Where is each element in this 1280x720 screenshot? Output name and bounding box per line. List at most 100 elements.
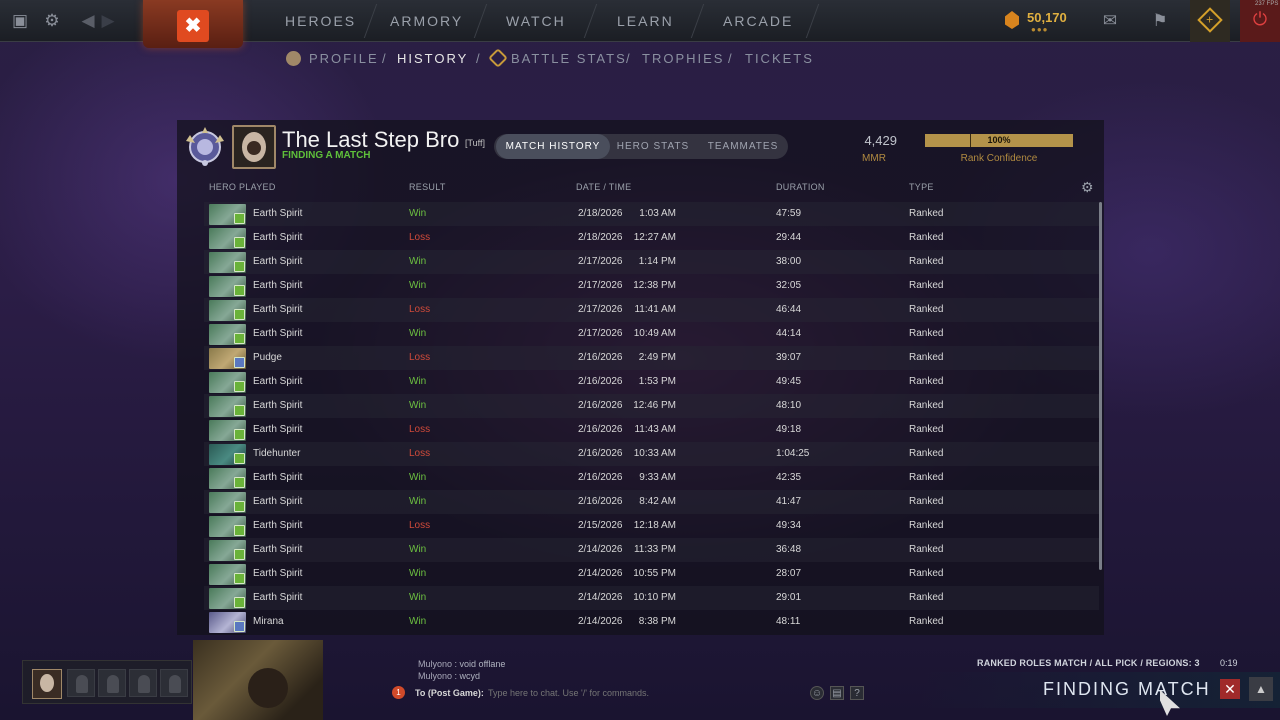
match-type: Ranked — [909, 616, 944, 627]
dashboard-logo-button[interactable]: ✖ — [143, 0, 243, 48]
dota-plus-icon[interactable]: ▣ — [10, 11, 30, 31]
chat-alert-badge[interactable]: 1 — [392, 686, 405, 699]
match-row[interactable]: Earth Spirit Win 2/17/2026 12:38 PM 32:05 Ran… — [204, 274, 1099, 298]
chat-wheel-icon[interactable]: ▤ — [830, 686, 844, 700]
match-time: 1:03 AM — [639, 208, 676, 219]
forward-arrow-icon[interactable]: ▶ — [98, 11, 118, 31]
match-row[interactable]: Pudge Loss 2/16/2026 2:49 PM 39:07 Ranked — [204, 346, 1099, 370]
subnav-separator: / — [382, 51, 386, 66]
role-icon — [234, 237, 245, 248]
match-row[interactable]: Earth Spirit Win 2/18/2026 1:03 AM 47:59 Rank… — [204, 202, 1099, 226]
role-icon — [234, 213, 245, 224]
role-icon — [234, 525, 245, 536]
match-row[interactable]: Earth Spirit Win 2/14/2026 10:55 PM 28:07 Ran… — [204, 562, 1099, 586]
match-date: 2/17/2026 — [578, 304, 623, 315]
header-date-time[interactable]: DATE / TIME — [576, 182, 631, 192]
role-icon — [234, 501, 245, 512]
match-row[interactable]: Earth Spirit Win 2/17/2026 10:49 AM 44:14 Ran… — [204, 322, 1099, 346]
chat-message: Mulyono : void offlane — [418, 659, 506, 669]
player-avatar[interactable] — [232, 125, 276, 169]
scrollbar[interactable] — [1099, 202, 1102, 570]
hero-name: Pudge — [253, 352, 282, 363]
role-icon — [234, 429, 245, 440]
match-date: 2/17/2026 — [578, 328, 623, 339]
match-date: 2/14/2026 — [578, 568, 623, 579]
hero-name: Earth Spirit — [253, 256, 303, 267]
match-row[interactable]: Earth Spirit Win 2/14/2026 11:33 PM 36:48 Ran… — [204, 538, 1099, 562]
match-row[interactable]: Earth Spirit Win 2/16/2026 8:42 AM 41:47 Rank… — [204, 490, 1099, 514]
nav-arcade[interactable]: ARCADE — [723, 0, 793, 42]
match-time: 10:10 PM — [633, 592, 676, 603]
subnav-history[interactable]: HISTORY — [397, 50, 468, 68]
emoji-icon[interactable]: ☺ — [810, 686, 824, 700]
role-icon — [234, 405, 245, 416]
accept-icon[interactable]: ▲ — [1249, 677, 1273, 701]
match-row[interactable]: Earth Spirit Loss 2/16/2026 11:43 AM 49:18 Ra… — [204, 418, 1099, 442]
hero-name: Earth Spirit — [253, 304, 303, 315]
settings-gear-icon[interactable]: ⚙ — [42, 11, 62, 31]
hero-name: Mirana — [253, 616, 284, 627]
match-time: 12:46 PM — [633, 400, 676, 411]
match-time: 12:38 PM — [633, 280, 676, 291]
match-row[interactable]: Tidehunter Loss 2/16/2026 10:33 AM 1:04:25 Ra… — [204, 442, 1099, 466]
match-date: 2/14/2026 — [578, 544, 623, 555]
guild-tag: [Tuff] — [465, 138, 486, 148]
back-arrow-icon[interactable]: ◀ — [78, 11, 98, 31]
dota-plus-button[interactable]: + — [1190, 0, 1230, 42]
match-row[interactable]: Earth Spirit Win 2/16/2026 9:33 AM 42:35 Rank… — [204, 466, 1099, 490]
match-row[interactable]: Earth Spirit Loss 2/18/2026 12:27 AM 29:44 Ra… — [204, 226, 1099, 250]
party-self-avatar[interactable] — [32, 669, 62, 699]
header-type[interactable]: TYPE — [909, 182, 934, 192]
hero-name: Earth Spirit — [253, 328, 303, 339]
match-row[interactable]: Earth Spirit Loss 2/17/2026 11:41 AM 46:44 Ra… — [204, 298, 1099, 322]
table-settings-gear-icon[interactable]: ⚙ — [1081, 180, 1095, 194]
armory-banner-icon[interactable]: ⚑ — [1150, 11, 1170, 31]
power-icon: ⏻ — [1252, 9, 1268, 29]
match-row[interactable]: Earth Spirit Win 2/16/2026 12:46 PM 48:10 Ran… — [204, 394, 1099, 418]
currency-display[interactable]: 50,170 ●●● — [1005, 8, 1085, 34]
match-date: 2/16/2026 — [578, 472, 623, 483]
header-hero-played[interactable]: HERO PLAYED — [209, 182, 276, 192]
chat-input[interactable] — [488, 686, 808, 700]
match-row[interactable]: Earth Spirit Win 2/17/2026 1:14 PM 38:00 Rank… — [204, 250, 1099, 274]
match-row[interactable]: Mirana Win 2/14/2026 8:38 PM 48:11 Ranked — [204, 610, 1099, 634]
hero-name: Earth Spirit — [253, 424, 303, 435]
party-slot-empty[interactable] — [129, 669, 157, 697]
header-result[interactable]: RESULT — [409, 182, 446, 192]
tab-match-history[interactable]: MATCH HISTORY — [496, 134, 610, 159]
rank-confidence-label: Rank Confidence — [960, 153, 1038, 164]
nav-divider — [805, 4, 820, 38]
person-placeholder-icon — [76, 675, 88, 693]
party-slot-empty[interactable] — [160, 669, 188, 697]
help-icon[interactable]: ? — [850, 686, 864, 700]
match-time: 10:49 AM — [633, 328, 676, 339]
subnav-trophies[interactable]: TROPHIES — [642, 50, 724, 68]
subnav-tickets[interactable]: TICKETS — [745, 50, 814, 68]
match-duration: 41:47 — [776, 496, 802, 507]
subnav-separator: / — [626, 51, 630, 66]
subnav-profile[interactable]: PROFILE — [309, 50, 379, 68]
subnav-battle-stats[interactable]: BATTLE STATS — [511, 50, 627, 68]
nav-learn[interactable]: LEARN — [617, 0, 674, 42]
match-duration: 49:34 — [776, 520, 802, 531]
nav-watch[interactable]: WATCH — [506, 0, 566, 42]
nav-armory[interactable]: ARMORY — [390, 0, 463, 42]
match-date: 2/16/2026 — [578, 424, 623, 435]
role-icon — [234, 621, 245, 632]
header-duration[interactable]: DURATION — [776, 182, 825, 192]
rank-medal-icon — [186, 127, 224, 166]
tab-teammates[interactable]: TEAMMATES — [700, 134, 786, 159]
nav-divider — [473, 4, 488, 38]
nav-heroes[interactable]: HEROES — [285, 0, 356, 42]
match-row[interactable]: Earth Spirit Loss 2/15/2026 12:18 AM 49:34 Ra… — [204, 514, 1099, 538]
party-slot-empty[interactable] — [67, 669, 95, 697]
match-time: 8:38 PM — [638, 616, 676, 627]
match-row[interactable]: Earth Spirit Win 2/14/2026 10:10 PM 29:01 Ran… — [204, 586, 1099, 610]
match-row[interactable]: Earth Spirit Win 2/16/2026 1:53 PM 49:45 Rank… — [204, 370, 1099, 394]
party-slot-empty[interactable] — [98, 669, 126, 697]
tab-hero-stats[interactable]: HERO STATS — [612, 134, 694, 159]
mail-icon[interactable]: ✉ — [1100, 11, 1120, 31]
match-time: 1:14 PM — [638, 256, 676, 267]
chat-channel-label[interactable]: To (Post Game): — [415, 688, 484, 698]
cancel-search-button[interactable]: ✕ — [1220, 679, 1240, 699]
